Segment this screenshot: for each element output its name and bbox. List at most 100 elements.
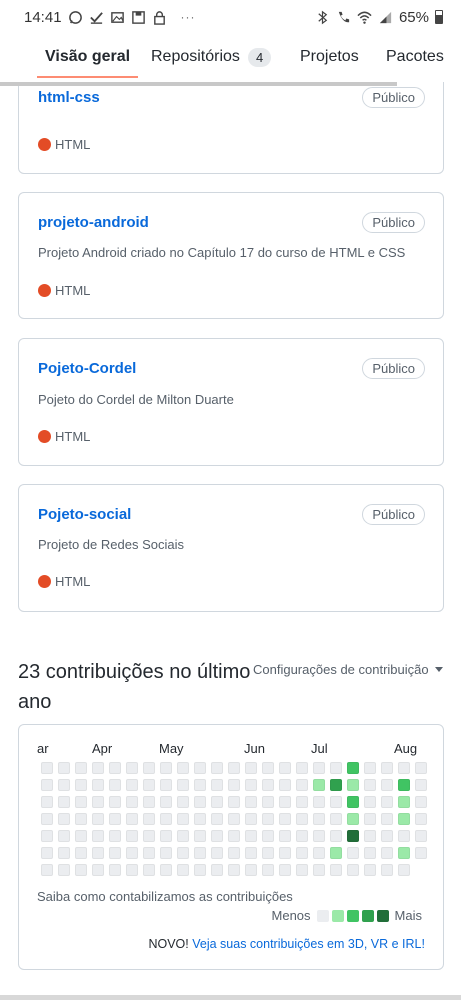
contribution-day-cell[interactable] — [58, 830, 70, 842]
contribution-day-cell[interactable] — [109, 847, 121, 859]
contribution-day-cell[interactable] — [75, 864, 87, 876]
contribution-day-cell[interactable] — [330, 779, 342, 791]
contribution-day-cell[interactable] — [228, 830, 240, 842]
contribution-day-cell[interactable] — [92, 762, 104, 774]
contribution-day-cell[interactable] — [364, 864, 376, 876]
contribution-day-cell[interactable] — [313, 830, 325, 842]
contribution-day-cell[interactable] — [296, 864, 308, 876]
contribution-day-cell[interactable] — [41, 779, 53, 791]
learn-contributions-link[interactable]: Saiba como contabilizamos as contribuiçõ… — [37, 889, 293, 904]
contribution-day-cell[interactable] — [41, 864, 53, 876]
contribution-day-cell[interactable] — [228, 864, 240, 876]
contribution-day-cell[interactable] — [296, 813, 308, 825]
contribution-day-cell[interactable] — [381, 762, 393, 774]
contribution-day-cell[interactable] — [211, 813, 223, 825]
contribution-day-cell[interactable] — [347, 813, 359, 825]
contribution-day-cell[interactable] — [398, 813, 410, 825]
contribution-day-cell[interactable] — [75, 847, 87, 859]
contribution-day-cell[interactable] — [228, 779, 240, 791]
contribution-day-cell[interactable] — [228, 813, 240, 825]
contribution-day-cell[interactable] — [126, 830, 138, 842]
contribution-day-cell[interactable] — [228, 847, 240, 859]
contribution-day-cell[interactable] — [177, 830, 189, 842]
contribution-day-cell[interactable] — [194, 762, 206, 774]
contribution-day-cell[interactable] — [364, 779, 376, 791]
contribution-day-cell[interactable] — [347, 830, 359, 842]
contribution-day-cell[interactable] — [398, 864, 410, 876]
contribution-day-cell[interactable] — [109, 779, 121, 791]
contribution-day-cell[interactable] — [75, 796, 87, 808]
contribution-day-cell[interactable] — [245, 830, 257, 842]
contribution-day-cell[interactable] — [245, 864, 257, 876]
contribution-day-cell[interactable] — [92, 813, 104, 825]
contribution-day-cell[interactable] — [262, 813, 274, 825]
contribution-day-cell[interactable] — [126, 813, 138, 825]
contribution-day-cell[interactable] — [75, 813, 87, 825]
contribution-day-cell[interactable] — [126, 779, 138, 791]
contribution-day-cell[interactable] — [415, 830, 427, 842]
contribution-day-cell[interactable] — [364, 762, 376, 774]
contribution-day-cell[interactable] — [279, 847, 291, 859]
contribution-day-cell[interactable] — [330, 796, 342, 808]
contribution-day-cell[interactable] — [245, 847, 257, 859]
contribution-day-cell[interactable] — [296, 847, 308, 859]
contribution-day-cell[interactable] — [330, 813, 342, 825]
repo-name-link[interactable]: Pojeto-social — [38, 506, 131, 523]
contribution-day-cell[interactable] — [41, 762, 53, 774]
contribution-day-cell[interactable] — [245, 762, 257, 774]
contribution-day-cell[interactable] — [75, 830, 87, 842]
tab-overview[interactable]: Visão geral — [36, 34, 139, 80]
contribution-day-cell[interactable] — [262, 864, 274, 876]
contribution-day-cell[interactable] — [160, 813, 172, 825]
contribution-day-cell[interactable] — [347, 779, 359, 791]
contribution-day-cell[interactable] — [364, 813, 376, 825]
contribution-day-cell[interactable] — [313, 813, 325, 825]
contribution-day-cell[interactable] — [177, 779, 189, 791]
contribution-day-cell[interactable] — [347, 864, 359, 876]
contribution-day-cell[interactable] — [415, 779, 427, 791]
contribution-day-cell[interactable] — [381, 830, 393, 842]
contribution-day-cell[interactable] — [211, 762, 223, 774]
contribution-day-cell[interactable] — [228, 796, 240, 808]
contribution-day-cell[interactable] — [228, 762, 240, 774]
contribution-day-cell[interactable] — [330, 847, 342, 859]
contribution-day-cell[interactable] — [330, 864, 342, 876]
contribution-day-cell[interactable] — [160, 762, 172, 774]
contribution-day-cell[interactable] — [75, 779, 87, 791]
contribution-day-cell[interactable] — [58, 796, 70, 808]
contribution-day-cell[interactable] — [58, 813, 70, 825]
contribution-day-cell[interactable] — [381, 847, 393, 859]
contribution-day-cell[interactable] — [245, 796, 257, 808]
contribution-day-cell[interactable] — [364, 796, 376, 808]
contribution-day-cell[interactable] — [245, 779, 257, 791]
contribution-day-cell[interactable] — [143, 864, 155, 876]
contribution-day-cell[interactable] — [143, 779, 155, 791]
contribution-day-cell[interactable] — [381, 813, 393, 825]
contribution-day-cell[interactable] — [262, 796, 274, 808]
contribution-day-cell[interactable] — [109, 762, 121, 774]
contribution-day-cell[interactable] — [381, 864, 393, 876]
contribution-day-cell[interactable] — [58, 762, 70, 774]
contribution-day-cell[interactable] — [415, 847, 427, 859]
contribution-day-cell[interactable] — [126, 762, 138, 774]
contribution-day-cell[interactable] — [126, 864, 138, 876]
contribution-day-cell[interactable] — [330, 830, 342, 842]
contribution-day-cell[interactable] — [143, 813, 155, 825]
contribution-day-cell[interactable] — [279, 779, 291, 791]
contribution-day-cell[interactable] — [109, 830, 121, 842]
contribution-day-cell[interactable] — [262, 779, 274, 791]
contribution-day-cell[interactable] — [262, 847, 274, 859]
contribution-day-cell[interactable] — [211, 847, 223, 859]
contribution-day-cell[interactable] — [313, 847, 325, 859]
contribution-day-cell[interactable] — [92, 796, 104, 808]
contribution-day-cell[interactable] — [109, 813, 121, 825]
contribution-day-cell[interactable] — [41, 830, 53, 842]
contribution-day-cell[interactable] — [194, 779, 206, 791]
contribution-day-cell[interactable] — [194, 796, 206, 808]
contribution-day-cell[interactable] — [92, 847, 104, 859]
contribution-day-cell[interactable] — [143, 847, 155, 859]
view-3d-contributions-link[interactable]: Veja suas contribuições em 3D, VR e IRL! — [192, 937, 425, 951]
contribution-day-cell[interactable] — [160, 779, 172, 791]
contribution-day-cell[interactable] — [160, 864, 172, 876]
contribution-day-cell[interactable] — [58, 779, 70, 791]
